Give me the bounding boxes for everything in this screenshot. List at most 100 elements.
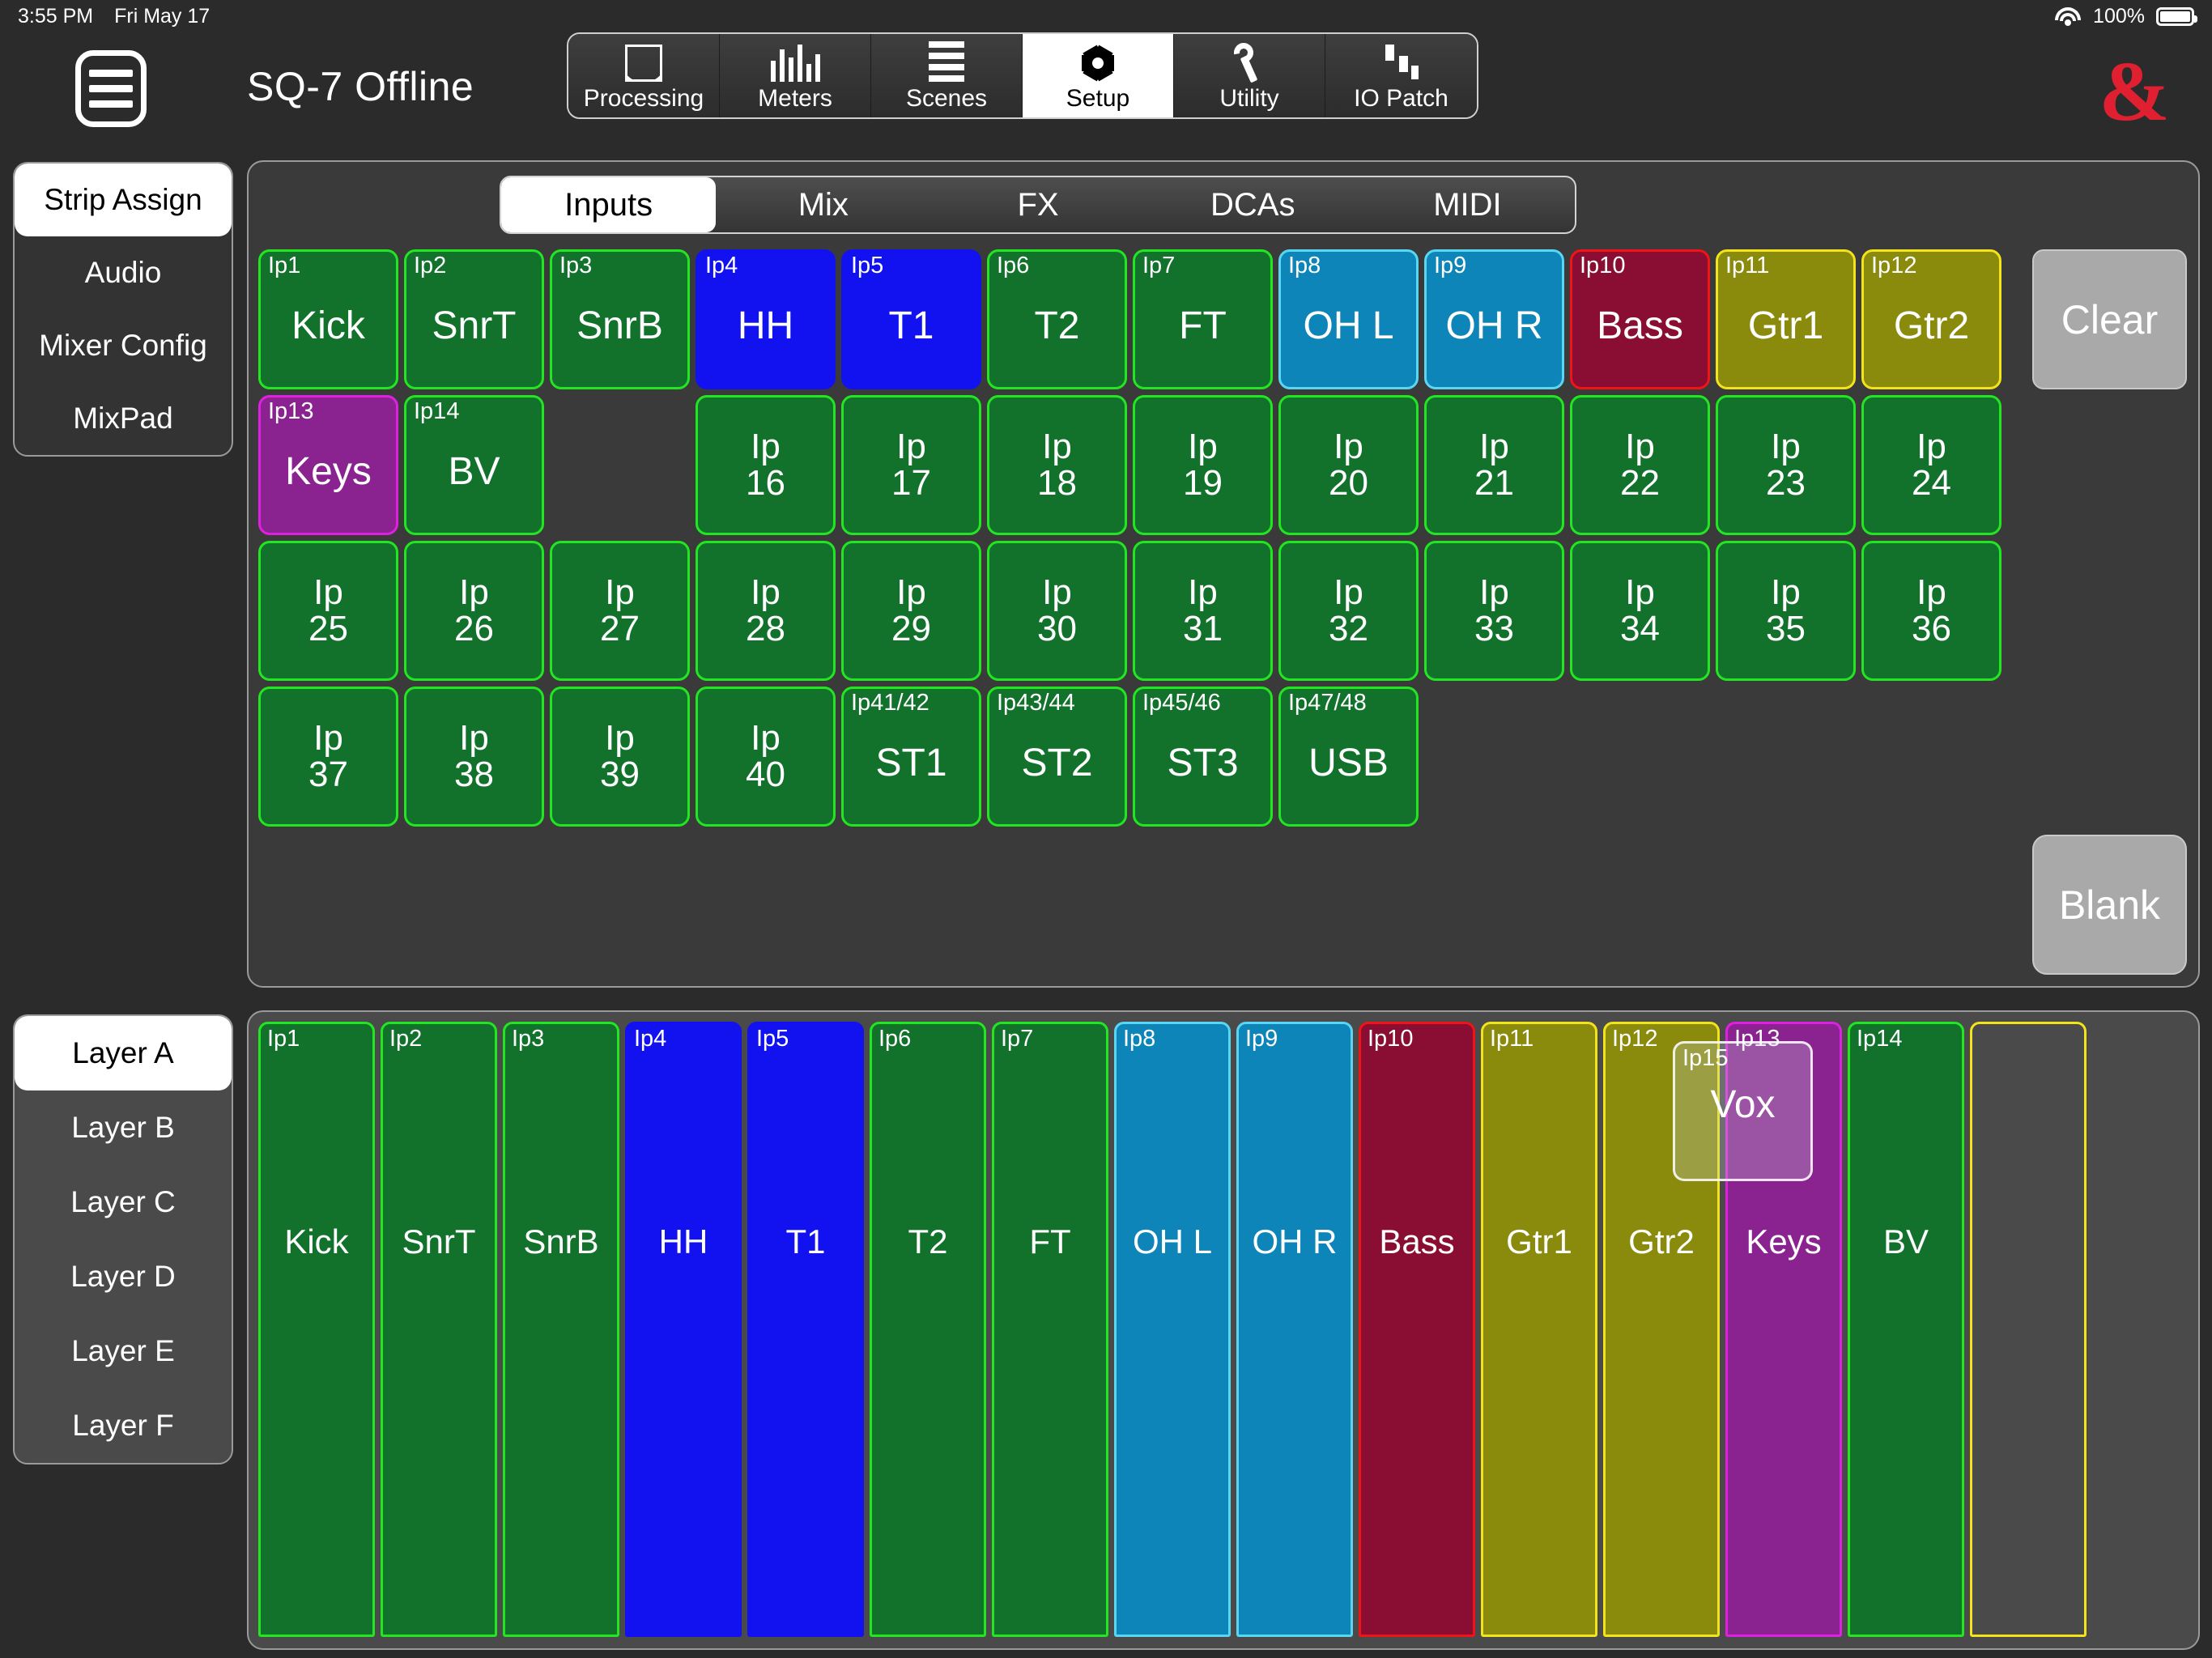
input-source-button[interactable]: Ip1 Kick <box>258 249 398 389</box>
fader-strip[interactable]: Ip7 FT <box>992 1022 1108 1637</box>
sidebar-item-mixer-config[interactable]: Mixer Config <box>15 309 232 382</box>
nav-item-meters[interactable]: Meters <box>720 34 871 117</box>
tab-label: MIDI <box>1433 186 1502 223</box>
input-source-button[interactable]: Ip 30 <box>987 541 1127 681</box>
fader-strip-empty-slot[interactable] <box>1970 1022 2087 1637</box>
input-source-button[interactable]: Ip 38 <box>404 687 544 827</box>
input-source-button[interactable]: Ip11 Gtr1 <box>1716 249 1856 389</box>
input-source-button[interactable]: Ip12 Gtr2 <box>1861 249 2001 389</box>
input-source-button[interactable]: Ip 22 <box>1570 395 1710 535</box>
tab-inputs[interactable]: Inputs <box>501 177 717 232</box>
input-source-button[interactable]: Ip 31 <box>1133 541 1273 681</box>
sidebar-item-audio[interactable]: Audio <box>15 236 232 309</box>
input-source-button[interactable]: Ip45/46 ST3 <box>1133 687 1273 827</box>
input-source-name: Ip 28 <box>746 572 785 648</box>
tab-midi[interactable]: MIDI <box>1360 177 1575 232</box>
nav-item-io-patch[interactable]: IO Patch <box>1325 34 1477 117</box>
input-source-index: Ip12 <box>1871 253 1917 278</box>
layer-item-c[interactable]: Layer C <box>15 1165 232 1239</box>
input-source-button[interactable]: Ip 20 <box>1278 395 1419 535</box>
fader-strip-name: Keys <box>1746 1222 1822 1261</box>
input-source-button[interactable]: Ip 32 <box>1278 541 1419 681</box>
fader-strip[interactable]: Ip5 T1 <box>747 1022 864 1637</box>
input-source-button[interactable]: Ip 26 <box>404 541 544 681</box>
input-source-button[interactable]: Ip 29 <box>841 541 981 681</box>
strip-assign-panel: Inputs Mix FX DCAs MIDI Ip1 Kick Ip2 SnrT Ip… <box>247 160 2200 988</box>
nav-label: Meters <box>758 85 832 112</box>
fader-strip[interactable]: Ip6 T2 <box>870 1022 986 1637</box>
tab-fx[interactable]: FX <box>930 177 1145 232</box>
blank-button-label: Blank <box>2058 882 2161 928</box>
input-source-button[interactable]: Ip 35 <box>1716 541 1856 681</box>
input-source-name: OH R <box>1445 304 1543 348</box>
clear-button[interactable]: Clear <box>2032 249 2187 389</box>
input-source-button[interactable]: Ip 39 <box>550 687 690 827</box>
status-bar: 3:55 PM Fri May 17 100% <box>0 0 2212 32</box>
tab-mix[interactable]: Mix <box>716 177 930 232</box>
input-source-button[interactable]: Ip13 Keys <box>258 395 398 535</box>
input-source-button[interactable]: Ip5 T1 <box>841 249 981 389</box>
nav-item-scenes[interactable]: Scenes <box>871 34 1023 117</box>
input-source-button[interactable]: Ip 34 <box>1570 541 1710 681</box>
input-source-index: Ip5 <box>851 253 884 278</box>
input-source-button[interactable]: Ip 21 <box>1424 395 1564 535</box>
input-source-button[interactable]: Ip 28 <box>696 541 836 681</box>
input-source-button[interactable]: Ip41/42 ST1 <box>841 687 981 827</box>
layer-item-b[interactable]: Layer B <box>15 1090 232 1165</box>
nav-item-processing[interactable]: Processing <box>568 34 720 117</box>
input-source-button[interactable]: Ip 25 <box>258 541 398 681</box>
tab-dcas[interactable]: DCAs <box>1146 177 1360 232</box>
battery-percent-label: 100% <box>2093 4 2145 28</box>
layer-item-e[interactable]: Layer E <box>15 1314 232 1388</box>
input-source-button[interactable]: Ip8 OH L <box>1278 249 1419 389</box>
input-source-name: Ip 30 <box>1037 572 1077 648</box>
nav-item-setup[interactable]: Setup <box>1023 34 1174 117</box>
input-source-button[interactable]: Ip 16 <box>696 395 836 535</box>
fader-strip[interactable]: Ip11 Gtr1 <box>1481 1022 1597 1637</box>
input-source-button[interactable]: Ip 33 <box>1424 541 1564 681</box>
input-source-button[interactable]: Ip 36 <box>1861 541 2001 681</box>
input-source-button[interactable]: Ip 24 <box>1861 395 2001 535</box>
layer-item-f[interactable]: Layer F <box>15 1388 232 1463</box>
input-source-button[interactable]: Ip 40 <box>696 687 836 827</box>
fader-strip[interactable]: Ip9 OH R <box>1236 1022 1353 1637</box>
input-source-button[interactable]: Ip 23 <box>1716 395 1856 535</box>
dragging-source-tile[interactable]: Ip15 Vox <box>1673 1041 1813 1181</box>
input-source-button[interactable]: Ip6 T2 <box>987 249 1127 389</box>
fader-strip[interactable]: Ip14 BV <box>1848 1022 1964 1637</box>
blank-button[interactable]: Blank <box>2032 835 2187 975</box>
input-source-name: Ip 34 <box>1620 572 1660 648</box>
input-source-button[interactable]: Ip 27 <box>550 541 690 681</box>
hamburger-menu-icon[interactable] <box>75 50 147 127</box>
fader-strip[interactable]: Ip10 Bass <box>1359 1022 1475 1637</box>
input-source-name: SnrB <box>576 304 663 348</box>
status-time: 3:55 PM <box>18 4 94 28</box>
input-source-button[interactable]: Ip 19 <box>1133 395 1273 535</box>
fader-strip[interactable]: Ip3 SnrB <box>503 1022 619 1637</box>
nav-item-utility[interactable]: Utility <box>1174 34 1325 117</box>
input-source-button[interactable]: Ip4 HH <box>696 249 836 389</box>
input-source-button[interactable]: Ip2 SnrT <box>404 249 544 389</box>
status-date: Fri May 17 <box>114 4 211 28</box>
input-source-button[interactable]: Ip3 SnrB <box>550 249 690 389</box>
input-source-button[interactable]: Ip9 OH R <box>1424 249 1564 389</box>
layer-item-a[interactable]: Layer A <box>15 1016 232 1090</box>
fader-strip[interactable]: Ip8 OH L <box>1114 1022 1231 1637</box>
input-source-button[interactable]: Ip7 FT <box>1133 249 1273 389</box>
input-source-button[interactable]: Ip14 BV <box>404 395 544 535</box>
input-source-button[interactable]: Ip43/44 ST2 <box>987 687 1127 827</box>
input-source-button[interactable]: Ip 17 <box>841 395 981 535</box>
fader-strip-panel: Ip1 Kick Ip2 SnrT Ip3 SnrB Ip4 HH Ip5 T1 Ip6 T2 Ip7 F… <box>247 1010 2200 1650</box>
input-source-button[interactable]: Ip 37 <box>258 687 398 827</box>
fader-strip[interactable]: Ip1 Kick <box>258 1022 375 1637</box>
input-source-button[interactable]: Ip10 Bass <box>1570 249 1710 389</box>
input-source-button[interactable]: Ip 18 <box>987 395 1127 535</box>
battery-icon <box>2156 6 2197 26</box>
input-source-name: Ip 22 <box>1620 426 1660 503</box>
sidebar-item-mixpad[interactable]: MixPad <box>15 382 232 455</box>
sidebar-item-strip-assign[interactable]: Strip Assign <box>15 164 232 236</box>
input-source-button[interactable]: Ip47/48 USB <box>1278 687 1419 827</box>
fader-strip[interactable]: Ip2 SnrT <box>381 1022 497 1637</box>
fader-strip[interactable]: Ip4 HH <box>625 1022 742 1637</box>
layer-item-d[interactable]: Layer D <box>15 1239 232 1314</box>
